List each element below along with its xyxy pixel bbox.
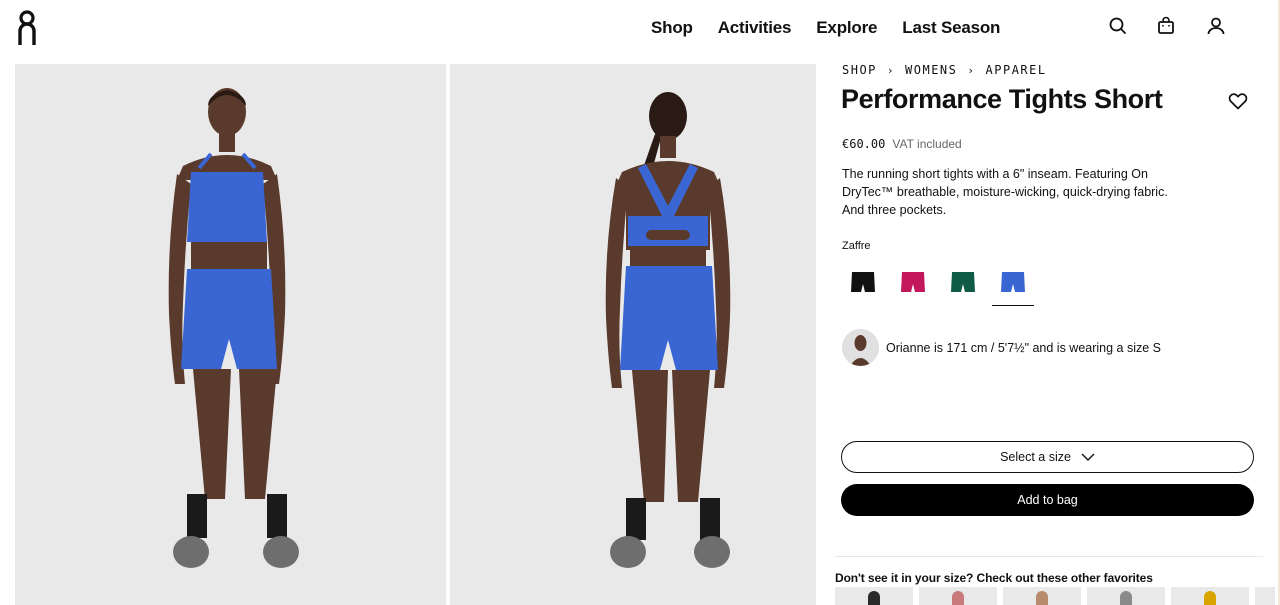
model-info-text: Orianne is 171 cm / 5'7½" and is wearing… — [886, 340, 1162, 355]
model-info: Orianne is 171 cm / 5'7½" and is wearing… — [842, 329, 1161, 366]
color-swatches — [842, 262, 1042, 306]
product-price: €60.00 — [842, 137, 886, 151]
selected-color-name: Zaffre — [842, 240, 871, 252]
nav-activities[interactable]: Activities — [718, 18, 792, 38]
swatch-black[interactable] — [842, 262, 884, 306]
size-select-label: Select a size — [1000, 450, 1071, 464]
product-front-image[interactable] — [15, 64, 446, 605]
product-title: Performance Tights Short — [841, 84, 1163, 114]
breadcrumb-shop[interactable]: SHOP — [842, 63, 877, 77]
favorite-product-thumb[interactable] — [919, 587, 997, 605]
divider — [835, 556, 1263, 557]
swatch-magenta[interactable] — [892, 262, 934, 306]
price-row: €60.00 VAT included — [842, 137, 962, 151]
product-description: The running short tights with a 6" insea… — [842, 167, 1168, 217]
swatch-green[interactable] — [942, 262, 984, 306]
add-to-bag-button[interactable]: Add to bag — [841, 484, 1254, 516]
site-header: Shop Activities Explore Last Season — [0, 0, 1280, 62]
avatar — [842, 329, 879, 366]
product-back-image[interactable] — [450, 64, 816, 605]
breadcrumb-apparel[interactable]: APPAREL — [986, 63, 1047, 77]
swatch-zaffre[interactable] — [992, 262, 1034, 306]
chevron-right-icon: › — [967, 63, 976, 77]
nav-explore[interactable]: Explore — [816, 18, 877, 38]
chevron-down-icon — [1081, 453, 1095, 461]
favorite-product-thumb[interactable] — [1255, 587, 1275, 605]
bag-icon[interactable] — [1156, 16, 1176, 36]
breadcrumb: SHOP › WOMENS › APPAREL — [842, 63, 1047, 77]
breadcrumb-womens[interactable]: WOMENS — [905, 63, 957, 77]
favorite-product-thumb[interactable] — [1003, 587, 1081, 605]
main-nav: Shop Activities Explore Last Season — [651, 18, 1025, 38]
favorites-carousel — [835, 587, 1280, 605]
nav-last-season[interactable]: Last Season — [902, 18, 1000, 38]
chevron-right-icon: › — [886, 63, 896, 77]
favorite-product-thumb[interactable] — [835, 587, 913, 605]
favorite-product-thumb[interactable] — [1171, 587, 1249, 605]
search-icon[interactable] — [1108, 16, 1128, 36]
size-select[interactable]: Select a size — [841, 441, 1254, 473]
account-icon[interactable] — [1206, 16, 1226, 36]
add-to-bag-label: Add to bag — [1017, 493, 1078, 507]
on-logo-icon[interactable] — [17, 10, 37, 46]
vat-note: VAT included — [892, 137, 962, 151]
favorites-title: Don't see it in your size? Check out the… — [835, 571, 1153, 585]
favorite-product-thumb[interactable] — [1087, 587, 1165, 605]
nav-shop[interactable]: Shop — [651, 18, 693, 38]
heart-icon[interactable] — [1228, 92, 1248, 110]
